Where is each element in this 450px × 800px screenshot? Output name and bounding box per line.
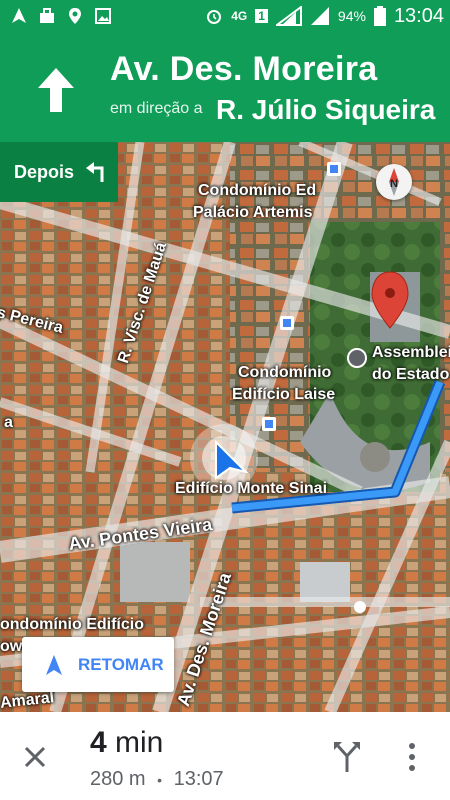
map-label: Edifício Laise <box>232 386 336 403</box>
bus-stop-icon-2 <box>280 316 294 330</box>
navigation-arrow-icon <box>46 654 62 675</box>
map-label: Condomínio Ed <box>198 182 317 199</box>
trip-details: 280 m • 13:07 <box>90 768 224 791</box>
toward-label: em direção a <box>110 100 203 117</box>
turn-left-icon <box>86 162 104 182</box>
map-label: Palácio Artemis <box>193 204 313 221</box>
straight-arrow-icon <box>38 68 74 112</box>
close-icon[interactable] <box>20 742 50 772</box>
bus-stop-icon-3 <box>262 417 276 431</box>
map-label: Assembleia <box>372 344 450 361</box>
status-bar: 4G 1 94% 13:04 <box>0 0 450 32</box>
map-label: do Estado d <box>372 366 450 383</box>
alternate-routes-icon[interactable] <box>330 740 364 774</box>
navigation-icon <box>12 8 26 23</box>
battery-percent: 94% <box>337 8 366 24</box>
map-label: a <box>4 414 13 431</box>
compass-label: N <box>390 178 398 190</box>
map-view[interactable]: Condomínio Ed Palácio Artemis Condomínio… <box>0 142 450 712</box>
arrival-time: 13:07 <box>173 768 224 790</box>
bus-stop-icon <box>327 162 341 176</box>
network-type: 4G <box>231 9 248 23</box>
current-street: Av. Des. Moreira <box>110 50 378 88</box>
compass-button[interactable]: N <box>376 164 412 200</box>
poi-icon <box>347 348 367 368</box>
eta-duration: 4 min <box>90 726 163 760</box>
image-icon <box>95 8 111 24</box>
clock: 13:04 <box>393 4 444 27</box>
more-options-icon[interactable] <box>400 740 424 774</box>
location-pin-icon <box>69 8 81 24</box>
alarm-icon <box>207 10 222 24</box>
briefcase-icon <box>40 8 54 23</box>
sim-indicator: 1 <box>255 9 268 23</box>
eta-unit: min <box>115 726 164 759</box>
map-label: Condomínio <box>238 364 332 381</box>
signal-icon-2 <box>310 7 329 25</box>
battery-icon <box>373 6 386 26</box>
then-label: Depois <box>14 161 75 182</box>
eta-value: 4 <box>90 726 107 759</box>
recenter-label: RETOMAR <box>78 654 164 674</box>
separator: • <box>157 772 163 788</box>
toward-street: R. Júlio Siqueira <box>216 94 436 125</box>
recenter-button[interactable]: RETOMAR <box>22 637 174 692</box>
signal-icon <box>275 6 302 26</box>
compass-icon: N <box>389 168 399 196</box>
map-label: Edifício Monte Sinai <box>175 480 328 497</box>
next-maneuver-box[interactable]: Depois <box>0 142 118 202</box>
navigation-header[interactable]: Av. Des. Moreira em direção a R. Júlio S… <box>0 32 450 142</box>
map-label: ondomínio Edifício <box>0 616 144 633</box>
trip-distance: 280 m <box>90 768 146 790</box>
trip-summary-panel[interactable]: 4 min 280 m • 13:07 <box>0 712 450 800</box>
